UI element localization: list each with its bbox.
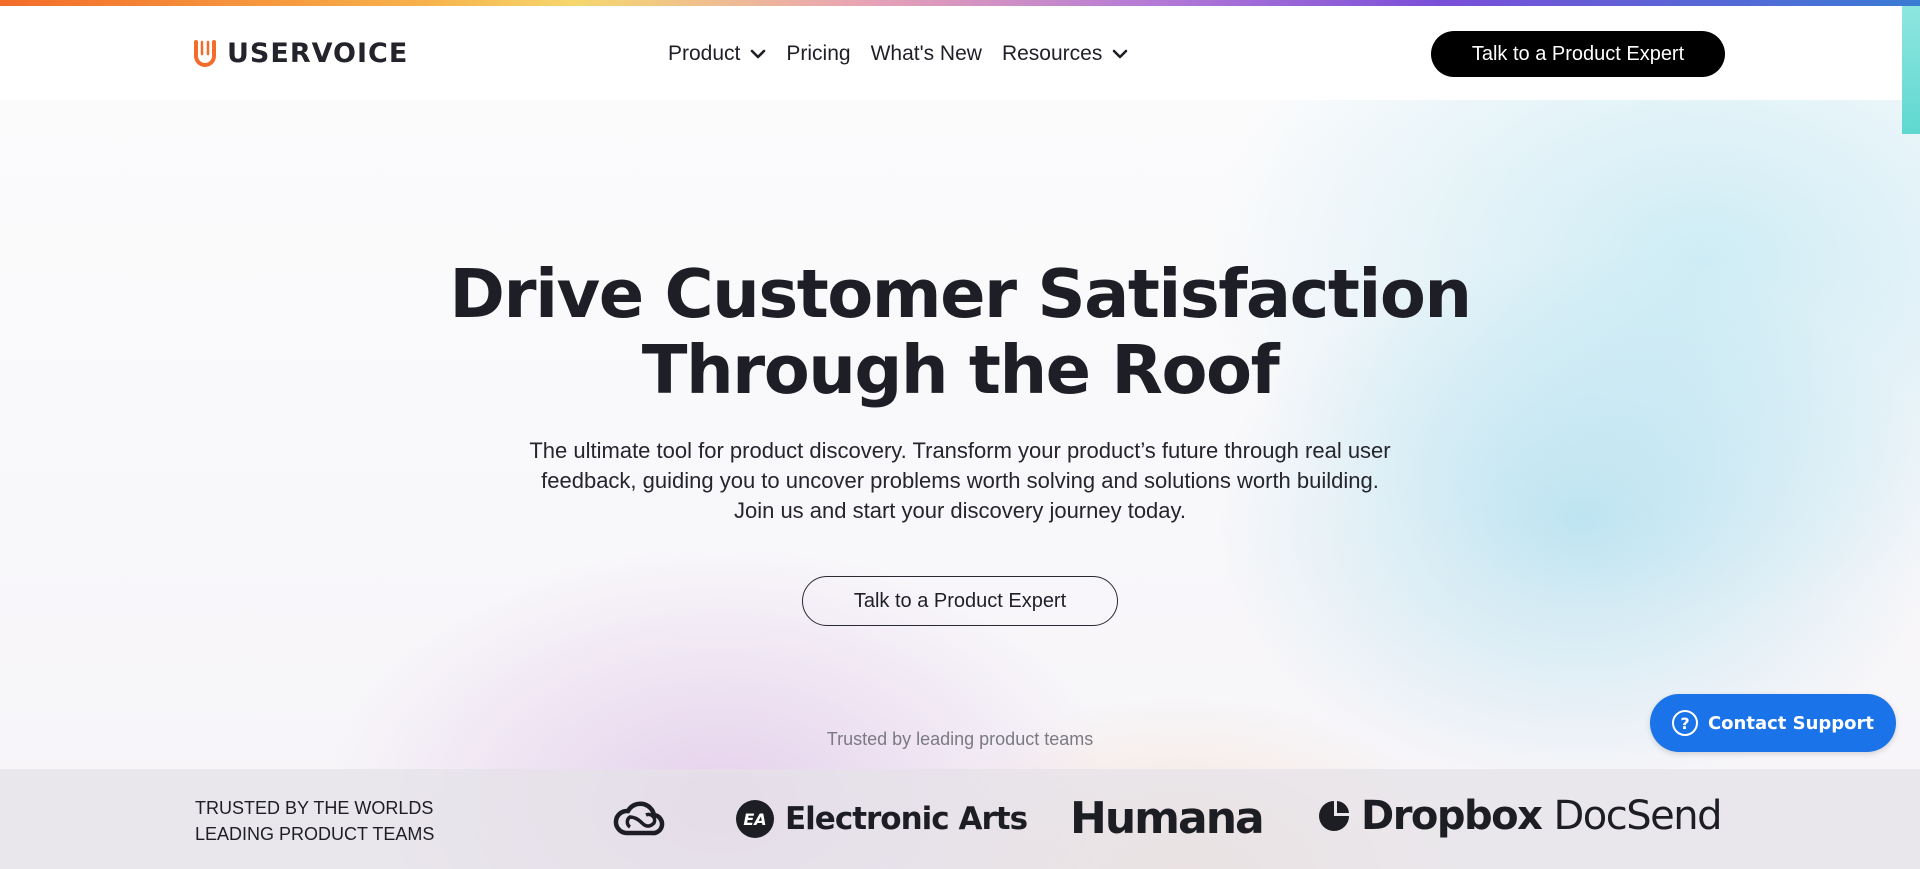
hero-title-line: Through the Roof: [641, 331, 1280, 409]
brand-name: Humana: [1070, 793, 1265, 844]
header-talk-to-expert-button[interactable]: Talk to a Product Expert: [1431, 31, 1725, 77]
trusted-caption: Trusted by leading product teams: [826, 729, 1094, 749]
contact-support-label: Contact Support: [1707, 712, 1875, 734]
chevron-down-icon: [751, 49, 766, 59]
uservoice-logo[interactable]: USERVOICE: [193, 38, 408, 69]
brand-name-secondary: DocSend: [1553, 793, 1722, 839]
nav-label: Product: [668, 42, 741, 65]
hero-subtitle-line: The ultimate tool for product discovery.…: [529, 438, 1391, 463]
nav-item-resources[interactable]: Resources: [1002, 42, 1128, 66]
chevron-down-icon: [1113, 49, 1128, 59]
nav-item-whats-new[interactable]: What's New: [871, 42, 982, 66]
brand-electronic-arts: EA Electronic Arts: [735, 799, 1028, 839]
nav-label: What's New: [870, 42, 982, 65]
nav-label: Resources: [1001, 42, 1103, 65]
customer-logo-strip: TRUSTED BY THE WORLDS LEADING PRODUCT TE…: [0, 769, 1920, 869]
nav-label: Pricing: [786, 42, 851, 65]
brand-dropbox-docsend: Dropbox DocSend: [1317, 793, 1722, 839]
strip-label-line: TRUSTED BY THE WORLDS: [195, 798, 434, 818]
hero-title-line: Drive Customer Satisfaction: [449, 255, 1472, 333]
brand-creative-cloud: [612, 799, 666, 839]
brand-name: Electronic Arts: [785, 801, 1028, 837]
site-header: USERVOICE Product Pricing What's New Res…: [0, 6, 1920, 100]
ea-icon: EA: [736, 800, 774, 838]
docsend-icon: [1319, 801, 1349, 831]
strip-label: TRUSTED BY THE WORLDS LEADING PRODUCT TE…: [195, 795, 434, 847]
nav-item-product[interactable]: Product: [668, 42, 766, 66]
main-nav: Product Pricing What's New Resources: [668, 42, 1128, 66]
hero-talk-to-expert-button[interactable]: Talk to a Product Expert: [802, 576, 1118, 626]
strip-label-line: LEADING PRODUCT TEAMS: [195, 824, 435, 844]
top-gradient-bar: [0, 0, 1920, 6]
uservoice-logo-icon: [194, 39, 216, 67]
question-icon: ?: [1671, 710, 1698, 736]
nav-item-pricing[interactable]: Pricing: [786, 42, 850, 66]
logo-text: USERVOICE: [227, 38, 409, 69]
creative-cloud-icon: [613, 801, 665, 836]
svg-text:EA: EA: [743, 810, 766, 829]
hero-subtitle: The ultimate tool for product discovery.…: [0, 436, 1920, 526]
brand-name: Dropbox: [1361, 793, 1543, 839]
hero-subtitle-line: Join us and start your discovery journey…: [733, 498, 1187, 523]
hero-subtitle-line: feedback, guiding you to uncover problem…: [541, 468, 1379, 493]
brand-humana: Humana: [1070, 793, 1265, 844]
scroll-accent: [1902, 6, 1920, 134]
contact-support-button[interactable]: ? Contact Support: [1650, 694, 1896, 752]
hero-title: Drive Customer Satisfaction Through the …: [0, 256, 1920, 408]
